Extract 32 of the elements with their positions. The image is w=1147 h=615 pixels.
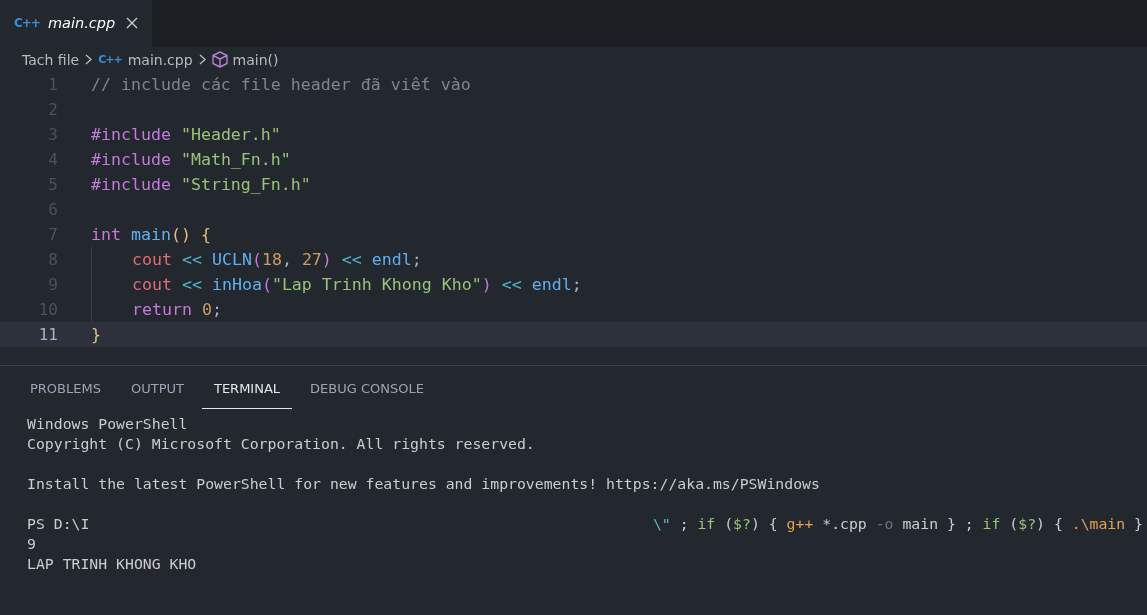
breadcrumb-item[interactable]: Tach file [22,51,80,68]
code-line: #include "Math_Fn.h" [91,150,291,169]
terminal-command: \" ; if ($?) { g++ *.cpp -o main } ; if ($?) { .\main } [652,514,1144,534]
cpp-file-icon: C++ [14,16,40,30]
terminal-line: Windows PowerShell [27,415,188,432]
code-line: int main() { [91,225,211,244]
panel-tab[interactable]: TERMINAL [201,367,293,409]
terminal-line: Copyright (C) Microsoft Corporation. All rights reserved. [27,435,535,452]
breadcrumb-item[interactable]: main() [232,51,279,68]
code-line: } [91,325,101,344]
terminal-line: Install the latest PowerShell for new features and improvements! https://aka.ms/PSWindows [27,475,820,492]
cube-icon [211,51,228,68]
breadcrumb-item[interactable]: main.cpp [127,51,193,68]
code-line: cout << inHoa("Lap Trinh Khong Kho") << endl; [132,275,582,294]
cpp-file-icon: C++ [98,53,122,66]
terminal-line: 9 [27,535,36,552]
chevron-icon [85,54,93,65]
close-icon[interactable] [126,17,138,29]
panel-tab[interactable]: OUTPUT [118,367,196,409]
code-line: #include "Header.h" [91,125,281,144]
terminal-prompt: PS D:\I [27,514,90,534]
panel-tab[interactable]: PROBLEMS [18,367,113,409]
code-line: return 0; [132,300,222,319]
line-number: 11 [37,325,58,344]
editor-tab[interactable]: C++ main.cpp [0,0,152,47]
code-line: cout << UCLN(18, 27) << endl; [132,250,422,269]
chevron-icon [198,54,206,65]
terminal-line: LAP TRINH KHONG KHO [27,555,197,572]
code-line: #include "String_Fn.h" [91,175,311,194]
panel-tab[interactable]: DEBUG CONSOLE [298,367,436,409]
code-line: // include các file header đã viết vào [91,75,471,94]
tab-label: main.cpp [47,15,117,31]
